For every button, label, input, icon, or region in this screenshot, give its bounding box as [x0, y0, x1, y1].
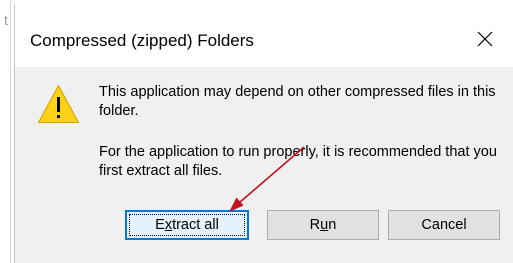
run-label: Run: [309, 217, 337, 233]
background-window-text: t: [4, 12, 8, 28]
cancel-label: Cancel: [421, 217, 467, 233]
background-window-edge: [10, 0, 11, 263]
dialog-titlebar: Compressed (zipped) Folders: [15, 4, 513, 67]
extract-all-button[interactable]: Extract all: [125, 210, 249, 240]
message-secondary: For the application to run properly, it …: [99, 144, 497, 179]
run-button[interactable]: Run: [267, 210, 379, 240]
warning-icon: [38, 85, 79, 123]
cancel-button[interactable]: Cancel: [388, 210, 500, 240]
close-button[interactable]: [467, 22, 503, 56]
extract-all-label: Extract all: [155, 217, 219, 233]
close-icon: [477, 31, 493, 47]
message-primary: This application may depend on other com…: [99, 84, 496, 119]
compressed-folders-dialog: Compressed (zipped) Folders This applica…: [14, 4, 513, 263]
dialog-title: Compressed (zipped) Folders: [30, 31, 254, 50]
dialog-content: This application may depend on other com…: [15, 67, 513, 263]
